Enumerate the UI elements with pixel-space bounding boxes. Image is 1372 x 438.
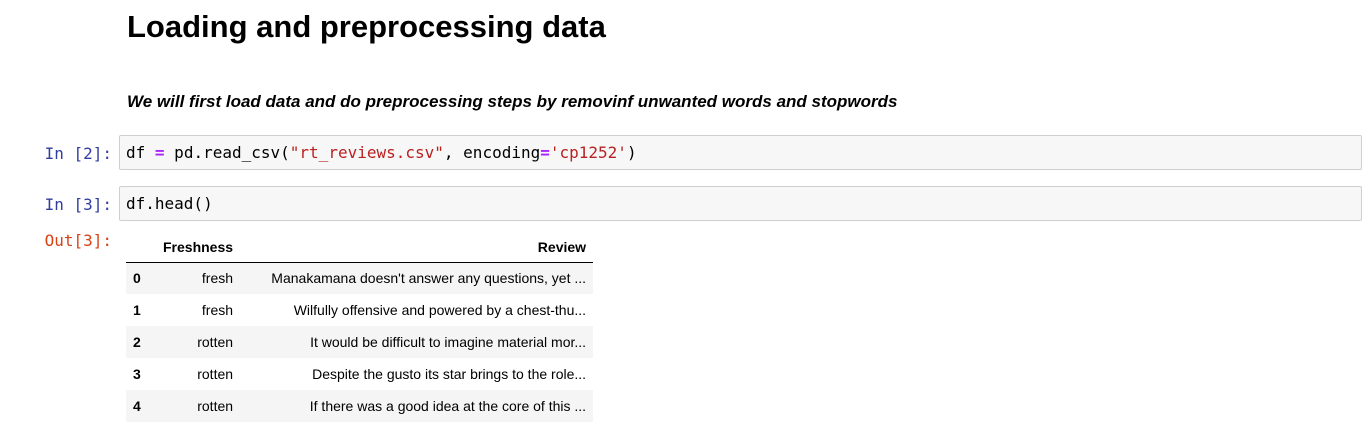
code-token-var: df xyxy=(126,143,146,162)
table-row: 1 fresh Wilfully offensive and powered b… xyxy=(126,294,594,326)
column-header-review: Review xyxy=(240,232,594,263)
review-cell: Wilfully offensive and powered by a ches… xyxy=(293,302,587,318)
code-cell-3[interactable]: df.head() xyxy=(119,186,1362,221)
freshness-cell: rotten xyxy=(197,366,234,382)
freshness-cell: fresh xyxy=(201,270,234,287)
row-index: 1 xyxy=(133,302,141,318)
table-row: 0 fresh Manakamana doesn't answer any qu… xyxy=(126,262,594,294)
code-editor-2[interactable]: df = pd.read_csv("rt_reviews.csv", encod… xyxy=(126,143,637,163)
review-cell: It would be difficult to imagine materia… xyxy=(310,334,587,350)
code-token-call: pd.read_csv( xyxy=(164,143,290,162)
input-prompt-2: In [2]: xyxy=(44,144,112,163)
table-header-row: Freshness Review xyxy=(126,232,594,263)
code-editor-3[interactable]: df.head() xyxy=(126,194,213,214)
row-index: 0 xyxy=(133,270,141,287)
code-token-encoding: 'cp1252' xyxy=(549,143,627,162)
input-prompt-3: In [3]: xyxy=(44,195,112,214)
code-token-equals: = xyxy=(540,143,550,162)
row-index: 3 xyxy=(133,366,141,382)
row-index: 2 xyxy=(133,334,141,350)
review-cell: Despite the gusto its star brings to the… xyxy=(312,366,587,382)
table-row: 3 rotten Despite the gusto its star brin… xyxy=(126,358,594,390)
review-cell: Manakamana doesn't answer any questions,… xyxy=(271,270,587,287)
review-cell: If there was a good idea at the core of … xyxy=(309,398,587,414)
code-token-filename: "rt_reviews.csv" xyxy=(289,143,444,162)
freshness-cell: rotten xyxy=(197,334,234,350)
dataframe-table: Freshness Review 0 fresh Manakamana does… xyxy=(126,232,594,422)
column-header-freshness: Freshness xyxy=(156,232,241,263)
output-prompt-3: Out[3]: xyxy=(44,231,112,250)
freshness-cell: rotten xyxy=(197,398,234,414)
code-cell-2[interactable]: df = pd.read_csv("rt_reviews.csv", encod… xyxy=(119,135,1362,170)
index-header xyxy=(126,232,156,263)
code-token-kwarg: , encoding xyxy=(443,143,541,162)
freshness-cell: fresh xyxy=(201,302,234,318)
table-row: 4 rotten If there was a good idea at the… xyxy=(126,390,594,422)
table-row: 2 rotten It would be difficult to imagin… xyxy=(126,326,594,358)
markdown-paragraph: We will first load data and do preproces… xyxy=(127,92,898,111)
output-area-3: Freshness Review 0 fresh Manakamana does… xyxy=(126,232,594,422)
code-token-assign: = xyxy=(154,143,165,162)
markdown-heading: Loading and preprocessing data xyxy=(127,9,606,44)
row-index: 4 xyxy=(133,398,141,414)
code-token-close: ) xyxy=(626,143,637,162)
